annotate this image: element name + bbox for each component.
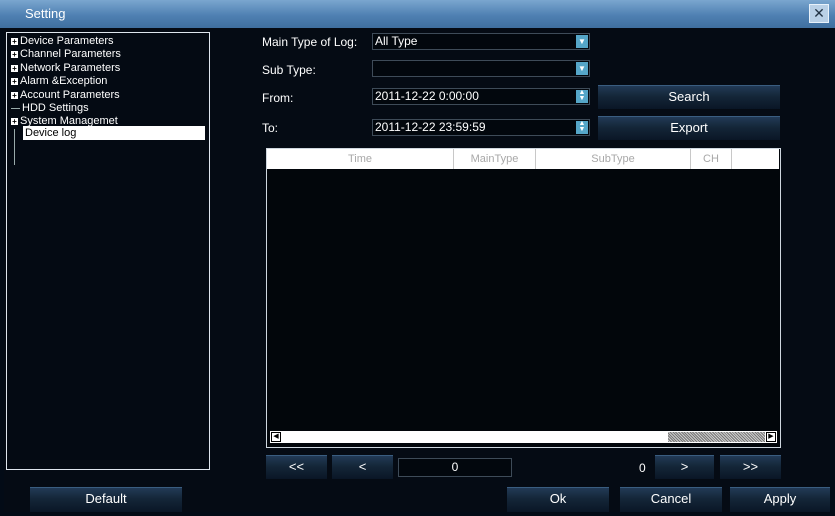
tree-item-hdd-settings[interactable]: HDD Settings (11, 102, 89, 114)
window-title: Setting (25, 6, 66, 21)
search-button[interactable]: Search (598, 85, 780, 109)
settings-window: Setting ✕ + Device Parameters + Channel Pa… (0, 0, 835, 516)
column-header-filler (732, 149, 779, 169)
scroll-thumb[interactable] (668, 432, 765, 442)
scroll-right-icon[interactable]: ▶ (766, 432, 776, 442)
column-header-subtype[interactable]: SubType (536, 149, 691, 169)
chevron-down-icon[interactable]: ▼ (576, 35, 588, 48)
title-bar[interactable]: Setting ✕ (0, 0, 835, 28)
to-datetime-input[interactable]: 2011-12-22 23:59:59 ▲ ▼ (372, 119, 590, 136)
tree-connector (11, 107, 20, 109)
tree-item-label: Alarm &Exception (20, 75, 108, 87)
tree-item-channel-parameters[interactable]: + Channel Parameters (11, 48, 121, 60)
log-table[interactable]: Time MainType SubType CH ◀ ▶ (266, 148, 781, 448)
from-datetime-input[interactable]: 2011-12-22 0:00:00 ▲ ▼ (372, 88, 590, 105)
tree-item-label: Account Parameters (20, 89, 120, 101)
from-label: From: (262, 91, 294, 105)
ok-button[interactable]: Ok (507, 487, 609, 512)
tree-item-label: Channel Parameters (20, 48, 121, 60)
main-type-value: All Type (375, 34, 418, 48)
column-header-maintype[interactable]: MainType (454, 149, 536, 169)
settings-tree: + Device Parameters + Channel Parameters +… (6, 32, 210, 470)
next-page-button[interactable]: > (655, 455, 714, 479)
expand-plus-icon[interactable]: + (11, 117, 18, 125)
page-number-input[interactable]: 0 (398, 458, 512, 477)
to-datetime-value: 2011-12-22 23:59:59 (375, 120, 486, 134)
spinner-icon[interactable]: ▲ ▼ (576, 120, 588, 134)
expand-plus-icon[interactable]: + (11, 64, 18, 72)
column-header-time[interactable]: Time (267, 149, 454, 169)
expand-plus-icon[interactable]: + (11, 77, 18, 85)
sub-type-label: Sub Type: (262, 63, 316, 77)
tree-item-alarm-exception[interactable]: + Alarm &Exception (11, 75, 107, 87)
expand-plus-icon[interactable]: + (11, 91, 18, 99)
expand-plus-icon[interactable]: + (11, 37, 18, 45)
main-type-select[interactable]: All Type ▼ (372, 33, 590, 50)
from-datetime-value: 2011-12-22 0:00:00 (375, 89, 479, 103)
tree-item-account-parameters[interactable]: + Account Parameters (11, 89, 120, 101)
tree-item-network-parameters[interactable]: + Network Parameters (11, 62, 120, 74)
main-type-label: Main Type of Log: (262, 35, 358, 49)
sub-type-select[interactable]: ▼ (372, 60, 590, 77)
spinner-icon[interactable]: ▲ ▼ (576, 89, 588, 103)
expand-plus-icon[interactable]: + (11, 50, 18, 58)
tree-connector (14, 129, 15, 165)
tree-item-label: HDD Settings (22, 102, 89, 114)
last-page-button[interactable]: >> (720, 455, 781, 479)
total-pages: 0 (639, 461, 646, 475)
default-button[interactable]: Default (30, 487, 182, 512)
chevron-down-icon[interactable]: ▼ (576, 62, 588, 75)
tree-item-device-parameters[interactable]: + Device Parameters (11, 35, 114, 47)
apply-button[interactable]: Apply (730, 487, 830, 512)
prev-page-button[interactable]: < (332, 455, 393, 479)
close-icon[interactable]: ✕ (809, 4, 829, 23)
tree-item-label: Device Parameters (20, 35, 114, 47)
to-label: To: (262, 121, 279, 135)
first-page-button[interactable]: << (266, 455, 327, 479)
export-button[interactable]: Export (598, 116, 780, 140)
tree-item-label: Network Parameters (20, 62, 121, 74)
scroll-left-icon[interactable]: ◀ (271, 432, 281, 442)
column-header-ch[interactable]: CH (691, 149, 732, 169)
cancel-button[interactable]: Cancel (620, 487, 722, 512)
scroll-track[interactable] (282, 433, 667, 441)
horizontal-scrollbar[interactable]: ◀ ▶ (270, 431, 777, 443)
tree-item-device-log[interactable]: Device log (23, 126, 205, 140)
table-header: Time MainType SubType CH (267, 149, 779, 169)
